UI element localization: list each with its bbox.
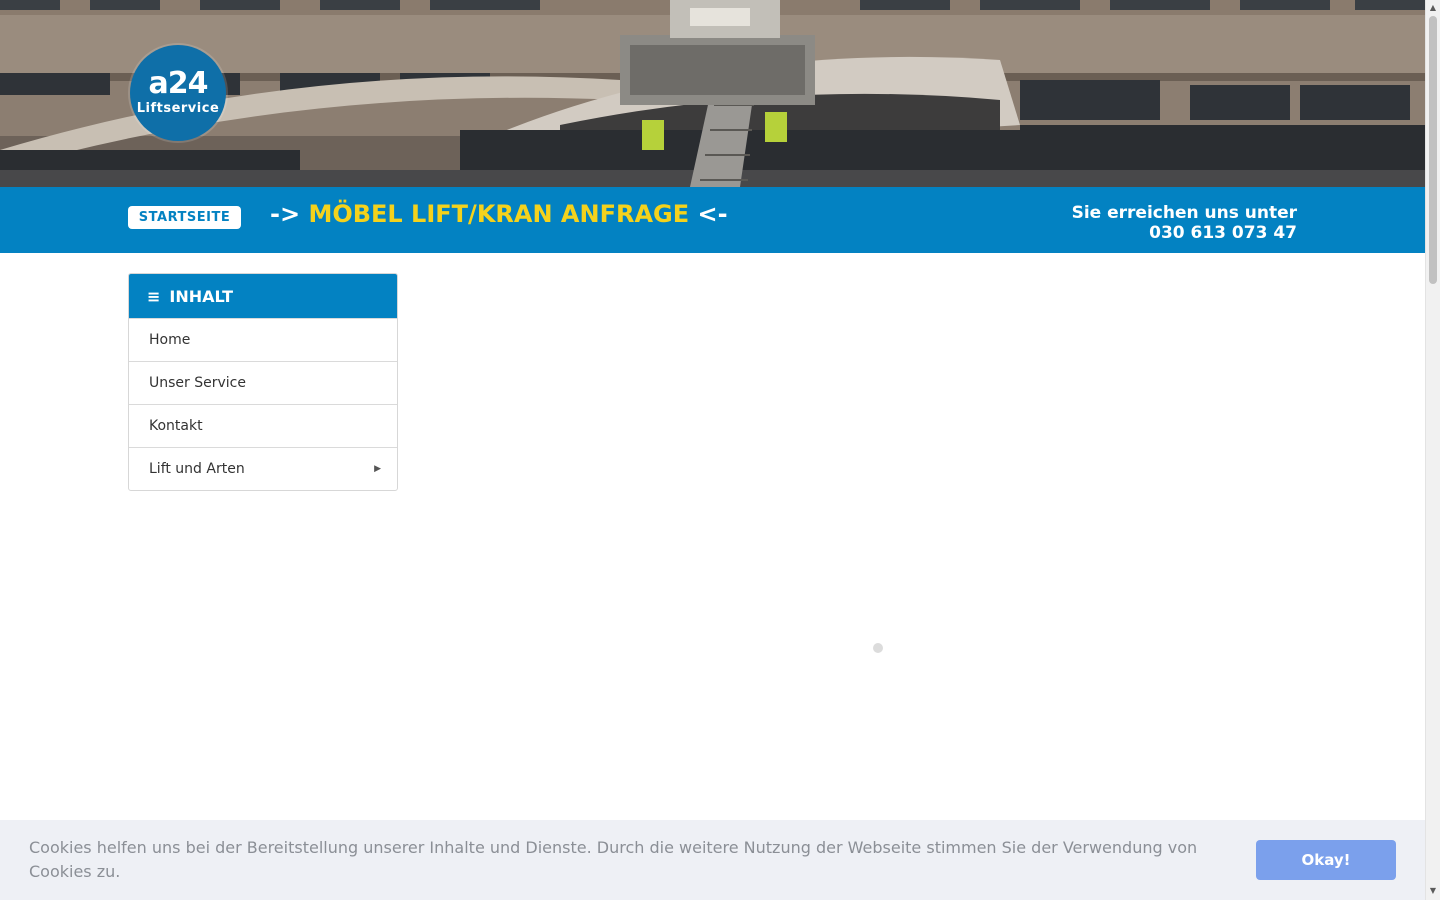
- logo[interactable]: a24 Liftservice: [130, 45, 226, 141]
- sidebar-menu: ≡ INHALT Home Unser Service Kontakt Lift…: [128, 273, 398, 491]
- loading-indicator: [873, 643, 883, 653]
- logo-sub-text: Liftservice: [136, 101, 220, 116]
- menu-header[interactable]: ≡ INHALT: [129, 274, 397, 318]
- menu-item-home[interactable]: Home: [129, 318, 397, 361]
- headline-main: MÖBEL LIFT/KRAN ANFRAGE: [308, 200, 690, 228]
- cookie-message: Cookies helfen uns bei der Bereitstellun…: [29, 838, 1198, 881]
- scroll-up-arrow-icon[interactable]: ▲: [1428, 3, 1438, 13]
- submenu-caret-icon: ▶: [374, 464, 381, 474]
- headline-suffix: <-: [697, 200, 728, 228]
- menu-item-label: Home: [149, 332, 191, 348]
- contact-phone-number[interactable]: 030 613 073 47: [1072, 223, 1297, 243]
- menu-title: INHALT: [169, 286, 233, 306]
- scrollbar-thumb[interactable]: [1429, 16, 1437, 284]
- scroll-down-arrow-icon[interactable]: ▼: [1428, 886, 1438, 896]
- menu-item-label: Unser Service: [149, 375, 246, 391]
- menu-item-unser-service[interactable]: Unser Service: [129, 361, 397, 404]
- menu-item-lift-und-arten[interactable]: Lift und Arten ▶: [129, 447, 397, 490]
- menu-item-kontakt[interactable]: Kontakt: [129, 404, 397, 447]
- hamburger-icon: ≡: [147, 286, 161, 306]
- page-headline: -> MÖBEL LIFT/KRAN ANFRAGE <-: [270, 198, 728, 230]
- menu-item-label: Lift und Arten: [149, 461, 245, 477]
- cookie-accept-button[interactable]: Okay!: [1256, 840, 1396, 880]
- headline-prefix: ->: [270, 200, 301, 228]
- hero-image: a24 Liftservice: [0, 0, 1425, 187]
- contact-info: Sie erreichen uns unter 030 613 073 47: [1072, 203, 1297, 243]
- logo-main-text: a24: [148, 66, 209, 101]
- menu-item-label: Kontakt: [149, 418, 203, 434]
- startseite-button[interactable]: STARTSEITE: [128, 206, 241, 229]
- contact-line-text: Sie erreichen uns unter: [1071, 203, 1297, 223]
